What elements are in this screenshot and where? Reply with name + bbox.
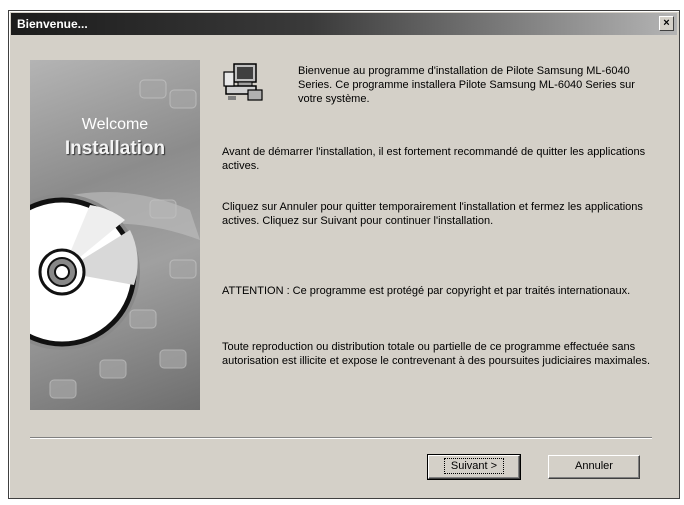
title-bar[interactable]: Bienvenue... × <box>11 13 677 35</box>
next-button-label: Suivant > <box>443 458 505 474</box>
intro-text: Bienvenue au programme d'installation de… <box>298 65 635 105</box>
info-paragraph-close-apps: Avant de démarrer l'installation, il est… <box>222 146 646 172</box>
close-icon[interactable]: × <box>659 16 674 31</box>
setup-computer-icon <box>223 63 263 101</box>
banner-welcome-text: Welcome <box>81 116 149 133</box>
cancel-button[interactable]: Annuler <box>548 455 640 479</box>
info-paragraph-reproduction: Toute reproduction ou distribution total… <box>222 341 650 367</box>
divider <box>30 437 652 439</box>
banner-installation-text: Installation <box>64 138 166 159</box>
info-paragraph-attention: ATTENTION : Ce programme est protégé par… <box>222 285 631 297</box>
window-title: Bienvenue... <box>17 17 88 31</box>
cd-disc-icon <box>30 194 140 350</box>
welcome-banner: Welcome Installation <box>30 60 200 410</box>
info-paragraph-cancel-next: Cliquez sur Annuler pour quitter tempora… <box>222 201 643 227</box>
next-button[interactable]: Suivant > <box>427 454 521 480</box>
